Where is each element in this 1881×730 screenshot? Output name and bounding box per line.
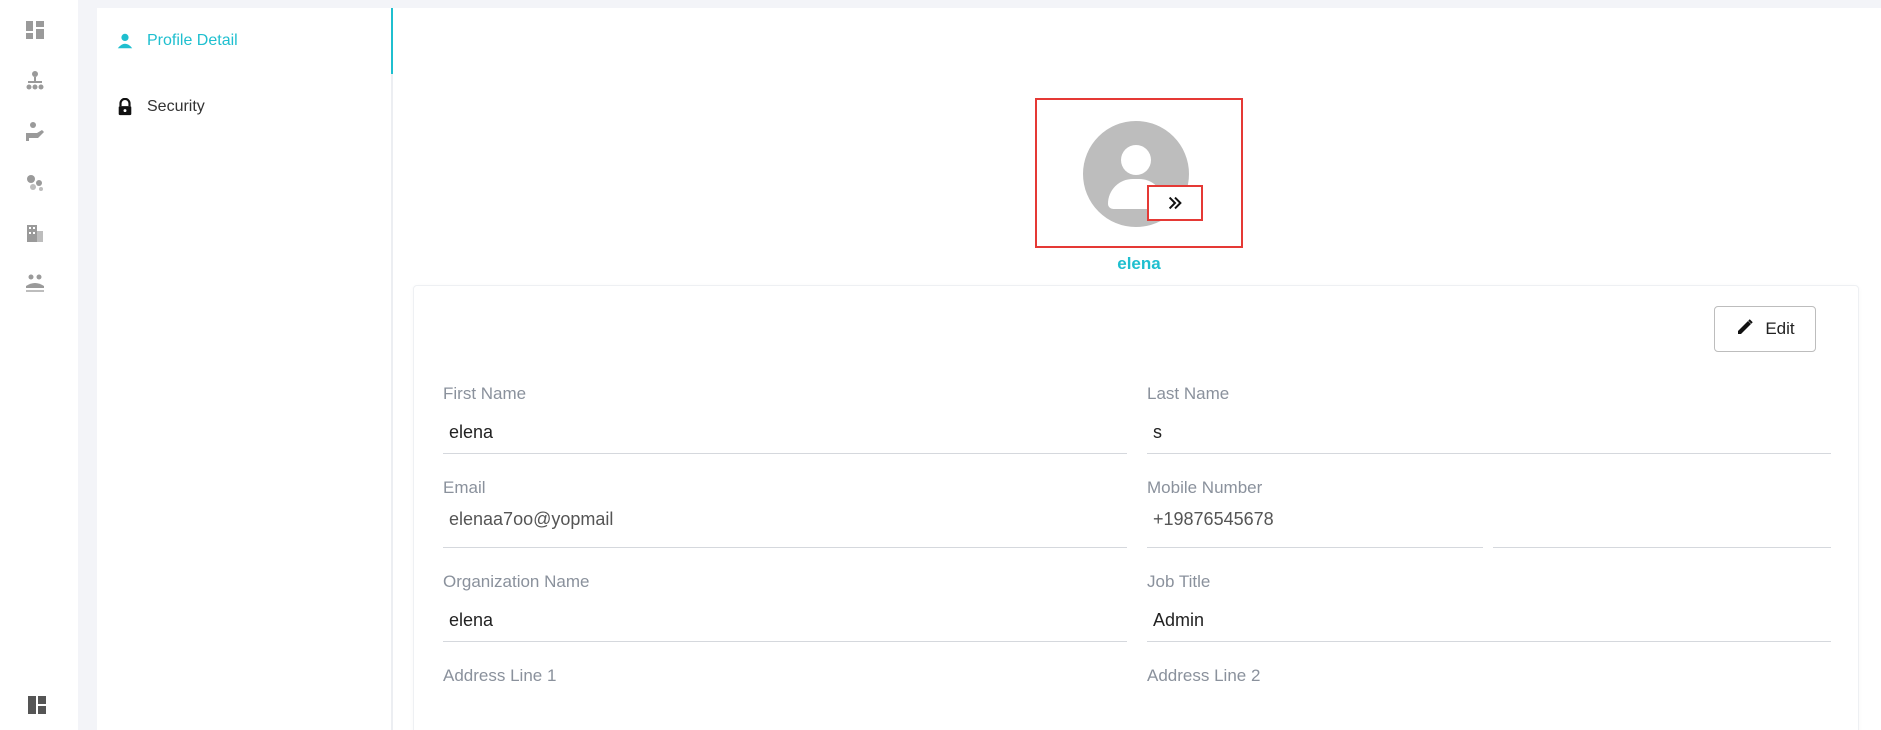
address-line-1-field: Address Line 1 xyxy=(443,666,1127,730)
dashboard-icon[interactable] xyxy=(24,19,46,41)
first-name-field: First Name elena xyxy=(443,384,1127,454)
address-line-2-input[interactable] xyxy=(1147,696,1831,730)
job-title-field: Job Title Admin xyxy=(1147,572,1831,642)
person-icon xyxy=(115,31,135,51)
side-item-security[interactable]: Security xyxy=(97,74,391,140)
field-label: Address Line 2 xyxy=(1147,666,1261,685)
mobile-number-field: Mobile Number +19876545678 xyxy=(1147,478,1831,548)
field-label: Address Line 1 xyxy=(443,666,557,685)
mobile-number-extra-input[interactable] xyxy=(1493,508,1831,548)
profile-details-card: Edit First Name elena Last Name s Email … xyxy=(413,285,1859,730)
profile-main: elena Edit First Name elena Last Name s … xyxy=(393,8,1881,730)
first-name-input[interactable]: elena xyxy=(443,414,1127,454)
email-input[interactable]: elenaa7oo@yopmail xyxy=(443,508,1127,548)
field-label: Email xyxy=(443,478,486,497)
settings-side-menu: Profile Detail Security xyxy=(97,8,393,730)
field-label: First Name xyxy=(443,384,527,403)
mobile-split: +19876545678 xyxy=(1147,500,1831,548)
side-item-label: Security xyxy=(147,98,205,115)
field-label: Last Name xyxy=(1147,384,1230,403)
field-label: Job Title xyxy=(1147,572,1211,591)
pencil-icon xyxy=(1735,317,1755,342)
side-item-label: Profile Detail xyxy=(147,32,238,49)
job-title-input[interactable]: Admin xyxy=(1147,602,1831,642)
address-line-2-field: Address Line 2 xyxy=(1147,666,1831,730)
avatar-section xyxy=(1035,98,1243,248)
building-icon[interactable] xyxy=(24,222,46,244)
field-label: Mobile Number xyxy=(1147,478,1263,497)
avatar-expand-button[interactable] xyxy=(1147,185,1203,221)
address-line-1-input[interactable] xyxy=(443,696,1127,730)
edit-button-label: Edit xyxy=(1765,319,1795,338)
organization-name-field: Organization Name elena xyxy=(443,572,1127,642)
lock-icon xyxy=(115,97,135,117)
last-name-input[interactable]: s xyxy=(1147,414,1831,454)
profile-username: elena xyxy=(1117,254,1161,273)
avatar-head xyxy=(1121,145,1151,175)
side-item-profile-detail[interactable]: Profile Detail xyxy=(97,8,393,74)
hand-care-icon[interactable] xyxy=(24,121,46,143)
people-hand-icon[interactable] xyxy=(24,272,46,294)
double-chevron-right-icon xyxy=(1160,188,1190,218)
email-field: Email elenaa7oo@yopmail xyxy=(443,478,1127,548)
bubbles-icon[interactable] xyxy=(24,171,46,193)
field-label: Organization Name xyxy=(443,572,590,591)
left-rail xyxy=(0,0,78,730)
mobile-number-input[interactable]: +19876545678 xyxy=(1147,508,1483,548)
org-chart-icon[interactable] xyxy=(24,70,46,92)
last-name-field: Last Name s xyxy=(1147,384,1831,454)
layout-panel-icon[interactable] xyxy=(26,694,48,716)
edit-button[interactable]: Edit xyxy=(1714,306,1816,352)
organization-name-input[interactable]: elena xyxy=(443,602,1127,642)
